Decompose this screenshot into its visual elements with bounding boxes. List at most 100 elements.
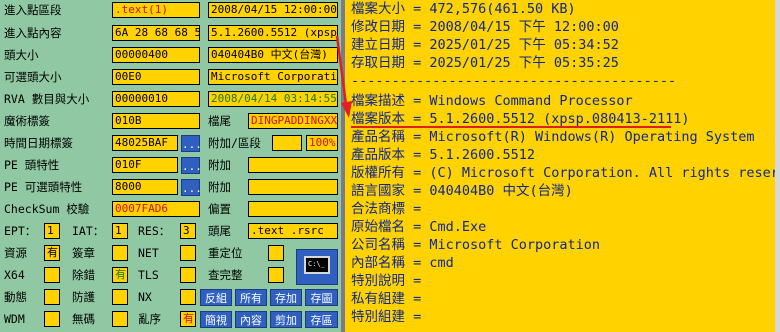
pe-info-panel: 進入點區段 .text(1) 2008/04/15 12:00:00 進入點內容…: [0, 0, 341, 332]
header-size-label: 頭大小: [4, 48, 39, 62]
language-field[interactable]: 040404B0 中文(台灣): [208, 47, 338, 63]
flag-tls-field[interactable]: [180, 267, 196, 283]
detail-line: 存取日期 = 2025/01/25 下午 05:35:25: [351, 55, 619, 71]
flag-guard-field[interactable]: [112, 289, 128, 305]
flag-signature-field[interactable]: [112, 245, 128, 261]
flag-x64-label: X64: [4, 268, 25, 282]
flag-tls-label: TLS: [138, 268, 159, 282]
content-button[interactable]: 內容: [235, 311, 267, 328]
overlay-label: 附加: [208, 158, 231, 172]
modified-date-field[interactable]: 2008/04/15 12:00:00: [208, 2, 338, 18]
file-tail-field[interactable]: DINGPADDINGXXI: [248, 113, 338, 129]
head-tail-field[interactable]: .text .rsrc: [248, 223, 338, 239]
overlay2-field[interactable]: [248, 179, 338, 195]
overlay-section-label: 附加/區段: [208, 136, 261, 150]
flag-nx-label: NX: [138, 290, 152, 304]
detail-line: 私有組建 =: [351, 291, 422, 307]
detail-line: 語言國家 = 040404B0 中文(台灣): [351, 183, 573, 199]
flag-relocation-label: 重定位: [208, 246, 243, 260]
overlay-field[interactable]: [248, 157, 338, 173]
dll-characteristics-label: PE 可選頭特性: [4, 180, 83, 194]
vertical-scrollbar[interactable]: [775, 0, 780, 332]
flag-shuffle-field[interactable]: 有: [180, 311, 196, 327]
overlay-section-field[interactable]: [272, 135, 302, 151]
flag-integrity-field[interactable]: [268, 267, 284, 283]
detail-line: 產品版本 = 5.1.2600.5512: [351, 147, 536, 163]
detail-line: 版權所有 = (C) Microsoft Corporation. All ri…: [351, 165, 775, 181]
flag-x64-field[interactable]: [44, 267, 60, 283]
flag-net-label: NET: [138, 246, 159, 260]
timestamp-more-button[interactable]: ...: [181, 135, 202, 152]
flag-wdm-field[interactable]: [44, 311, 60, 327]
flag-relocation-field[interactable]: [268, 245, 284, 261]
pe-characteristics-label: PE 頭特性: [4, 158, 60, 172]
detail-line: 建立日期 = 2025/01/25 下午 05:34:52: [351, 37, 619, 53]
flag-wdm-label: WDM: [4, 312, 25, 326]
pe-characteristics-field[interactable]: 010F: [112, 157, 178, 173]
detail-line: 修改日期 = 2008/04/15 下午 12:00:00: [351, 19, 619, 35]
overlay-percent-field[interactable]: 100%: [306, 135, 338, 151]
overlay2-label: 附加: [208, 180, 231, 194]
file-tail-label: 檔尾: [208, 114, 231, 128]
detail-line: 檔案大小 = 472,576(461.50 KB): [351, 1, 576, 17]
timestamp-hex-field[interactable]: 48025BAF: [112, 135, 178, 151]
pe-characteristics-more-button[interactable]: ...: [181, 157, 202, 174]
detail-line: 內部名稱 = cmd: [351, 255, 454, 271]
all-button[interactable]: 所有: [235, 289, 267, 306]
rva-count-label: RVA 數目與大小: [4, 92, 90, 106]
detail-line: 原始檔名 = Cmd.Exe: [351, 219, 487, 235]
flag-resource-label: 資源: [4, 246, 27, 260]
save-section-button[interactable]: 存區: [305, 311, 338, 328]
ept-label: EPT：: [4, 224, 37, 238]
timestamp-label: 時間日期標簽: [4, 136, 73, 150]
flag-shuffle-label: 亂序: [138, 312, 161, 326]
cmd-window-icon[interactable]: C:\_: [296, 249, 338, 285]
iat-field[interactable]: 1: [112, 223, 128, 239]
save-overlay-button[interactable]: 存加: [270, 289, 302, 306]
save-image-button[interactable]: 存圖: [305, 289, 338, 306]
company-field[interactable]: Microsoft Corporatio: [208, 69, 338, 85]
flag-dynamic-label: 動態: [4, 290, 27, 304]
checksum-field[interactable]: 0007FAD6: [112, 201, 200, 217]
ept-field[interactable]: 1: [44, 223, 60, 239]
disassemble-button[interactable]: 反組: [200, 289, 232, 306]
header-size-field[interactable]: 00000400: [112, 47, 200, 63]
optional-header-size-field[interactable]: 00E0: [112, 69, 200, 85]
magic-field[interactable]: 010B: [112, 113, 200, 129]
timestamp-field[interactable]: 2008/04/14 03:14:55(: [208, 91, 338, 107]
res-field[interactable]: 3: [180, 223, 196, 239]
flag-nocode-field[interactable]: [112, 311, 128, 327]
rva-count-field[interactable]: 00000010: [112, 91, 200, 107]
flag-nocode-label: 無碼: [72, 312, 95, 326]
flag-nx-field[interactable]: [180, 289, 196, 305]
detail-line: 檔案描述 = Windows Command Processor: [351, 93, 633, 109]
flag-debug-field[interactable]: 有: [112, 267, 128, 283]
cut-overlay-button[interactable]: 剪加: [270, 311, 302, 328]
dll-characteristics-field[interactable]: 8000: [112, 179, 178, 195]
flag-debug-label: 除錯: [72, 268, 95, 282]
detail-line: 公司名稱 = Microsoft Corporation: [351, 237, 601, 253]
optional-header-size-label: 可選頭大小: [4, 70, 62, 84]
file-details-panel: 檔案大小 = 472,576(461.50 KB) 修改日期 = 2008/04…: [345, 0, 775, 332]
detail-line: 特別組建 =: [351, 309, 422, 325]
detail-line: 產品名稱 = Microsoft(R) Windows(R) Operating…: [351, 129, 755, 145]
entry-section-field[interactable]: .text(1): [112, 2, 200, 18]
entry-content-label: 進入點內容: [4, 26, 62, 40]
flag-net-field[interactable]: [180, 245, 196, 261]
flag-signature-label: 簽章: [72, 246, 95, 260]
simple-view-button[interactable]: 簡視: [200, 311, 232, 328]
checksum-label: CheckSum 校驗: [4, 202, 90, 216]
flag-guard-label: 防護: [72, 290, 95, 304]
offset-label: 偏置: [208, 202, 231, 216]
offset-field[interactable]: [248, 201, 338, 217]
magic-label: 魔術標簽: [4, 114, 50, 128]
flag-resource-field[interactable]: 有: [44, 245, 60, 261]
res-label: RES：: [138, 224, 171, 238]
iat-label: IAT：: [72, 224, 105, 238]
entry-section-label: 進入點區段: [4, 3, 62, 17]
entry-content-field[interactable]: 6A 28 68 68 5: [112, 25, 200, 41]
detail-line: 合法商標 =: [351, 201, 422, 217]
file-version-field[interactable]: 5.1.2600.5512 (xpsp.: [208, 25, 338, 41]
dll-characteristics-more-button[interactable]: ...: [181, 179, 202, 196]
flag-dynamic-field[interactable]: [44, 289, 60, 305]
